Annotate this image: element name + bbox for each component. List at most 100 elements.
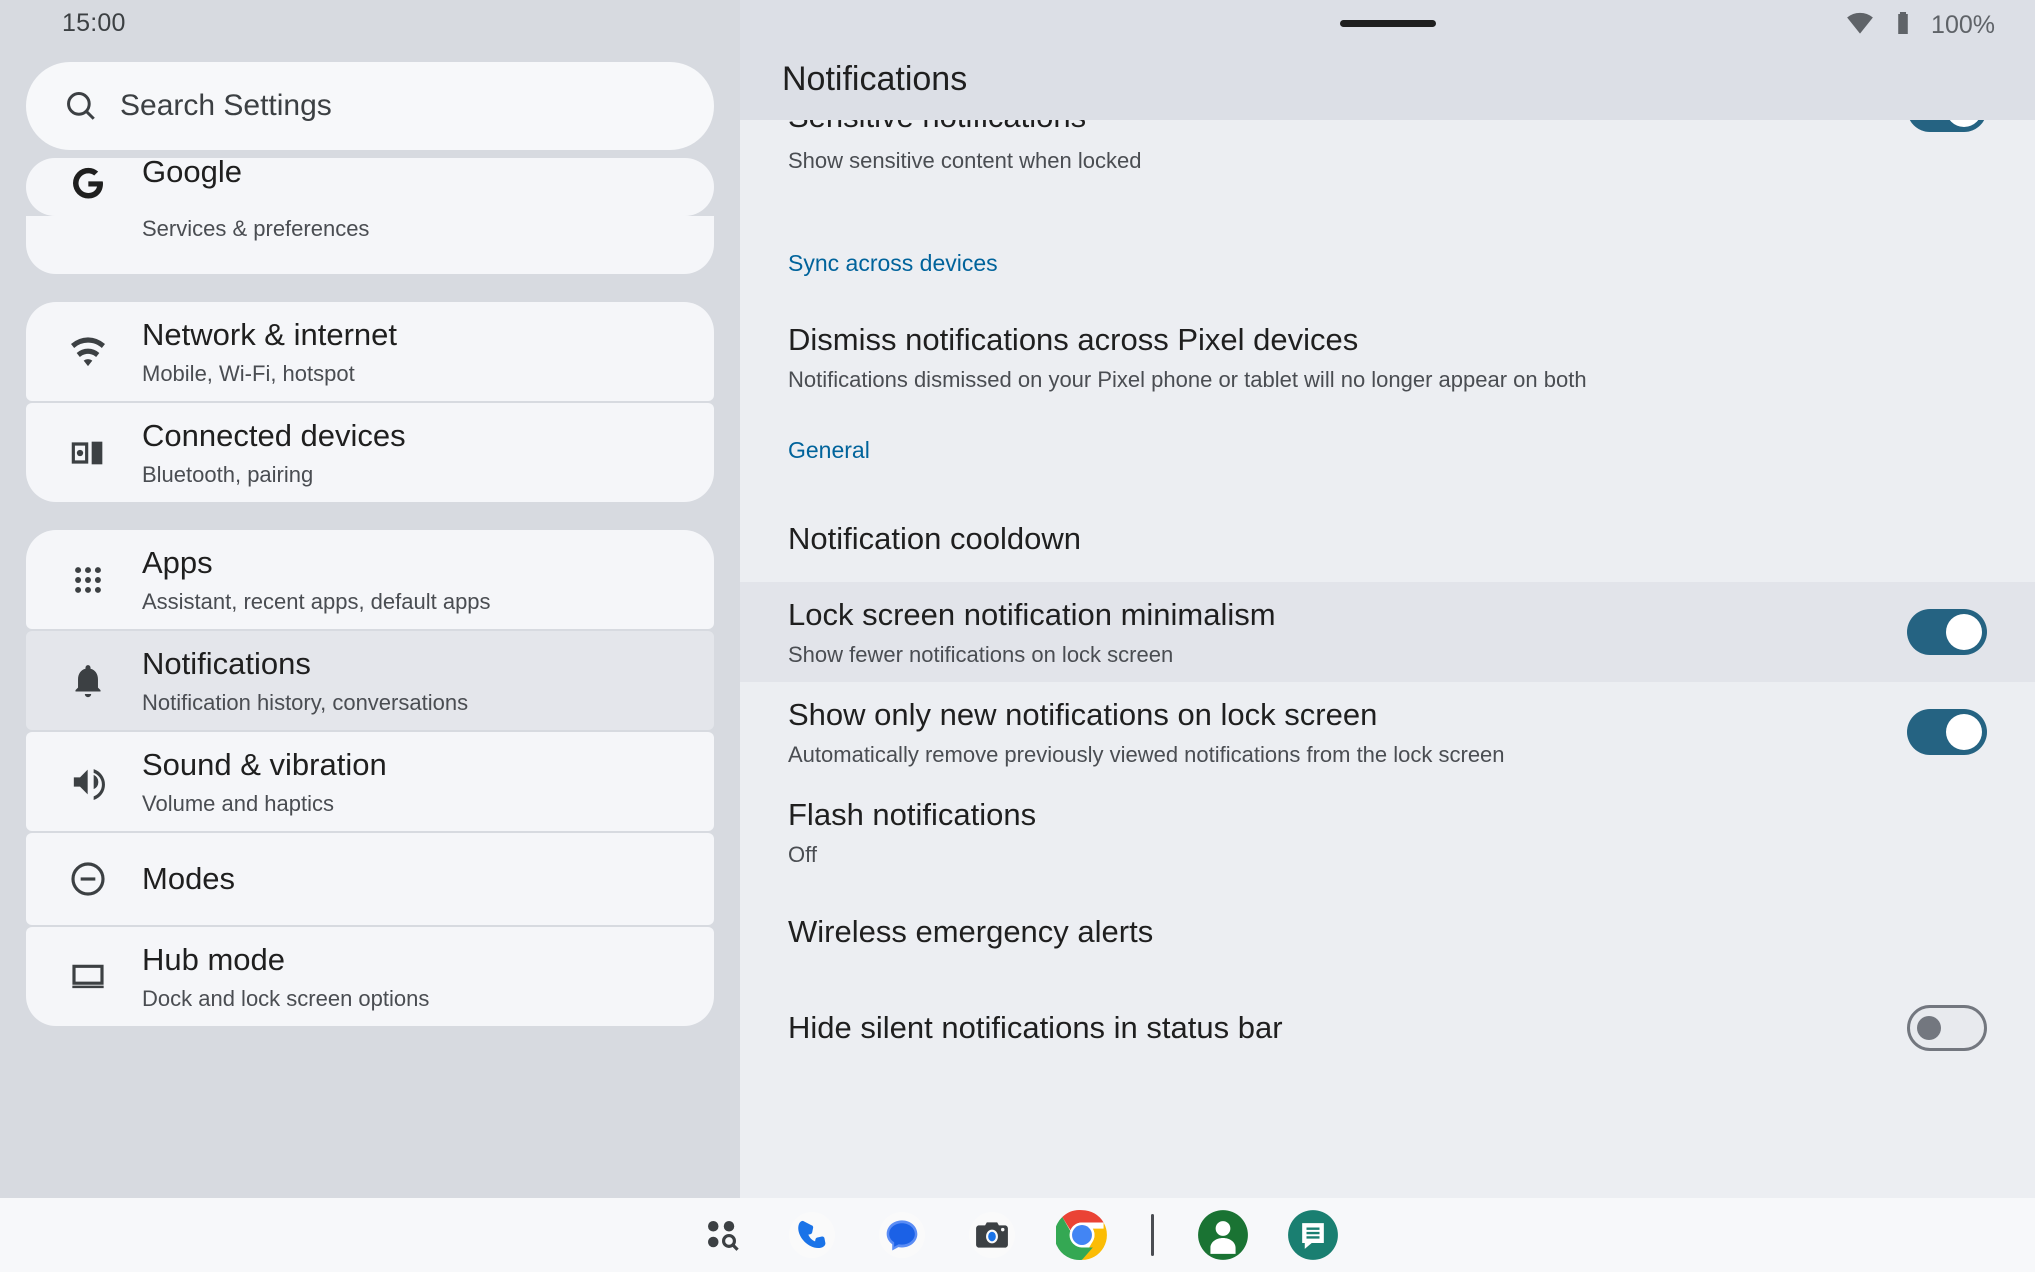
sidebar-group-system: Apps Assistant, recent apps, default app… bbox=[0, 530, 740, 1026]
pref-row-hide-silent-notifications[interactable]: Hide silent notifications in status bar bbox=[740, 982, 2035, 1074]
detail-header: Notifications 100% bbox=[740, 0, 2035, 120]
pref-row-wireless-emergency-alerts[interactable]: Wireless emergency alerts bbox=[740, 882, 2035, 982]
pref-title: Flash notifications bbox=[788, 796, 1947, 833]
all-apps-icon[interactable] bbox=[691, 1204, 753, 1266]
wifi-icon bbox=[66, 330, 110, 374]
notifications-detail-pane: Notifications 100% Sensitive notificatio… bbox=[740, 0, 2035, 1272]
pref-title: Hide silent notifications in status bar bbox=[788, 1009, 1867, 1046]
phone-app-icon[interactable] bbox=[781, 1204, 843, 1266]
pref-subtitle: Show sensitive content when locked bbox=[788, 148, 1867, 174]
pref-text-block: Wireless emergency alerts bbox=[788, 913, 1987, 950]
toggle-sensitive-notifications[interactable] bbox=[1907, 120, 1987, 132]
toggle-show-only-new[interactable] bbox=[1907, 709, 1987, 755]
settings-tablet-screen: 15:00 Search Settings Google bbox=[0, 0, 2035, 1272]
section-header-general: General bbox=[740, 437, 2035, 464]
pref-text-block: Flash notifications Off bbox=[788, 796, 1987, 869]
toggle-hide-silent-notifications[interactable] bbox=[1907, 1005, 1987, 1051]
battery-percent-label: 100% bbox=[1931, 11, 1995, 40]
sidebar-scroll-area[interactable]: Google Services & preferences bbox=[0, 158, 740, 1272]
row-spacer bbox=[740, 464, 2035, 496]
sidebar-item-network-internet[interactable]: Network & internet Mobile, Wi-Fi, hotspo… bbox=[26, 302, 714, 401]
sidebar-item-notifications[interactable]: Notifications Notification history, conv… bbox=[26, 631, 714, 730]
sidebar-item-apps[interactable]: Apps Assistant, recent apps, default app… bbox=[26, 530, 714, 629]
pref-row-notification-cooldown[interactable]: Notification cooldown bbox=[740, 496, 2035, 582]
pref-text-block: Hide silent notifications in status bar bbox=[788, 1009, 1907, 1046]
status-icons: 100% bbox=[1845, 8, 1995, 43]
sidebar-item-hub-mode[interactable]: Hub mode Dock and lock screen options bbox=[26, 927, 714, 1026]
sidebar-item-google[interactable]: Google bbox=[26, 158, 714, 216]
pref-subtitle: Automatically remove previously viewed n… bbox=[788, 742, 1867, 768]
volume-icon bbox=[66, 760, 110, 804]
toggle-lock-screen-minimalism[interactable] bbox=[1907, 609, 1987, 655]
sidebar-item-sublabel: Services & preferences bbox=[142, 216, 369, 241]
sidebar-item-sound-vibration[interactable]: Sound & vibration Volume and haptics bbox=[26, 732, 714, 831]
sidebar-item-sublabel: Mobile, Wi-Fi, hotspot bbox=[142, 361, 397, 386]
taskbar-divider bbox=[1151, 1214, 1154, 1256]
pref-title: Lock screen notification minimalism bbox=[788, 596, 1867, 633]
pref-title: Dismiss notifications across Pixel devic… bbox=[788, 321, 1947, 358]
sidebar-item-label: Apps bbox=[142, 545, 491, 581]
camera-app-icon[interactable] bbox=[961, 1204, 1023, 1266]
drag-handle[interactable] bbox=[1340, 20, 1436, 27]
pref-text-block: Sensitive notifications Show sensitive c… bbox=[788, 120, 1907, 193]
sidebar-item-modes[interactable]: Modes bbox=[26, 833, 714, 925]
pref-row-sensitive-notifications[interactable]: Sensitive notifications Show sensitive c… bbox=[740, 120, 2035, 198]
sidebar-item-sublabel: Notification history, conversations bbox=[142, 690, 468, 715]
battery-full-icon bbox=[1889, 9, 1917, 42]
pref-row-dismiss-across-pixel[interactable]: Dismiss notifications across Pixel devic… bbox=[740, 309, 2035, 405]
sidebar-item-sublabel: Dock and lock screen options bbox=[142, 986, 429, 1011]
toggle-knob bbox=[1946, 614, 1982, 650]
row-spacer bbox=[740, 198, 2035, 250]
pref-subtitle: Notifications dismissed on your Pixel ph… bbox=[788, 367, 1947, 393]
sidebar-item-label: Notifications bbox=[142, 646, 468, 682]
settings-sidebar: 15:00 Search Settings Google bbox=[0, 0, 740, 1272]
status-clock: 15:00 bbox=[62, 9, 126, 38]
bell-icon bbox=[66, 659, 110, 703]
group-spacer bbox=[0, 276, 740, 302]
taskbar bbox=[0, 1198, 2035, 1272]
pref-title: Wireless emergency alerts bbox=[788, 913, 1947, 950]
settings-list-scroll[interactable]: Sensitive notifications Show sensitive c… bbox=[740, 120, 2035, 1272]
sidebar-item-sublabel: Bluetooth, pairing bbox=[142, 462, 406, 487]
sidebar-item-label: Modes bbox=[142, 861, 235, 897]
pref-text-block: Lock screen notification minimalism Show… bbox=[788, 596, 1907, 669]
pref-title: Show only new notifications on lock scre… bbox=[788, 696, 1867, 733]
sidebar-group-account: Google Services & preferences bbox=[0, 158, 740, 274]
messages-app-icon[interactable] bbox=[871, 1204, 933, 1266]
pref-title: Notification cooldown bbox=[788, 520, 1947, 557]
contacts-app-icon[interactable] bbox=[1192, 1204, 1254, 1266]
sidebar-item-sublabel: Volume and haptics bbox=[142, 791, 387, 816]
pref-text-block: Dismiss notifications across Pixel devic… bbox=[788, 321, 1987, 394]
search-icon bbox=[64, 89, 98, 123]
sidebar-item-google-sub[interactable]: Services & preferences bbox=[26, 216, 714, 274]
pref-row-lock-screen-minimalism[interactable]: Lock screen notification minimalism Show… bbox=[740, 582, 2035, 682]
pref-row-show-only-new[interactable]: Show only new notifications on lock scre… bbox=[740, 682, 2035, 782]
connected-devices-icon bbox=[66, 431, 110, 475]
pref-title: Sensitive notifications bbox=[788, 120, 1867, 135]
page-title: Notifications bbox=[782, 60, 967, 99]
section-header-sync-across-devices: Sync across devices bbox=[740, 250, 2035, 277]
pref-row-flash-notifications[interactable]: Flash notifications Off bbox=[740, 782, 2035, 882]
sidebar-group-connectivity: Network & internet Mobile, Wi-Fi, hotspo… bbox=[0, 302, 740, 502]
sidebar-item-label: Network & internet bbox=[142, 317, 397, 353]
row-spacer bbox=[740, 277, 2035, 309]
minus-circle-icon bbox=[66, 857, 110, 901]
pref-text-block: Show only new notifications on lock scre… bbox=[788, 696, 1907, 769]
row-spacer bbox=[740, 405, 2035, 437]
group-spacer bbox=[0, 504, 740, 530]
toggle-knob bbox=[1946, 714, 1982, 750]
search-settings-bar[interactable]: Search Settings bbox=[26, 62, 714, 150]
chat-app-icon[interactable] bbox=[1282, 1204, 1344, 1266]
search-input-placeholder[interactable]: Search Settings bbox=[120, 89, 332, 123]
toggle-knob bbox=[1946, 120, 1982, 127]
sidebar-item-label: Hub mode bbox=[142, 942, 429, 978]
chrome-app-icon[interactable] bbox=[1051, 1204, 1113, 1266]
google-g-icon bbox=[66, 162, 110, 206]
monitor-icon bbox=[66, 955, 110, 999]
pref-subtitle: Off bbox=[788, 842, 1947, 868]
sidebar-item-connected-devices[interactable]: Connected devices Bluetooth, pairing bbox=[26, 403, 714, 502]
google-g-spacer-icon bbox=[66, 216, 110, 260]
sidebar-item-label: Sound & vibration bbox=[142, 747, 387, 783]
sidebar-item-sublabel: Assistant, recent apps, default apps bbox=[142, 589, 491, 614]
pref-subtitle: Show fewer notifications on lock screen bbox=[788, 642, 1867, 668]
